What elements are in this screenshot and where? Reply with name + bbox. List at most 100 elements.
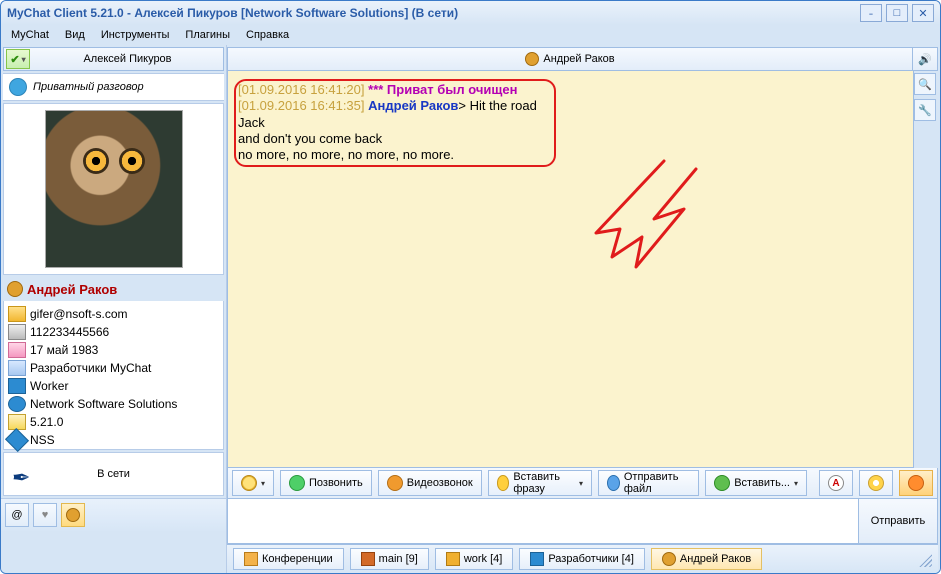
message-input[interactable] [228,499,858,543]
info-role: Worker [8,377,219,395]
chat-timestamp: [01.09.2016 16:41:35] [238,98,365,113]
tab-conferences[interactable]: Конференции [233,548,344,570]
at-button[interactable]: @ [5,503,29,527]
chat-header-tab[interactable]: Андрей Раков [228,48,912,70]
info-group: Разработчики MyChat [8,359,219,377]
magic-icon [868,475,884,491]
chat-body-wrap: [01.09.2016 16:41:20] *** Приват был очи… [227,71,938,468]
tabs-bar: Конференции main [9] work [4] Разработчи… [227,544,938,573]
self-header: ✔▾ Алексей Пикуров [3,47,224,71]
tab-contact[interactable]: Андрей Раков [651,548,762,570]
video-button[interactable]: Видеозвонок [378,470,482,496]
user-icon [662,552,676,566]
info-extra: NSS [8,431,219,449]
right-panel: Андрей Раков 🔊 [01.09.2016 16:41:20] ***… [227,47,938,573]
self-status-button[interactable]: ✔▾ [6,49,30,69]
phrase-button[interactable]: Вставить фразу ▾ [488,470,592,496]
app-window: MyChat Client 5.21.0 - Алексей Пикуров [… [0,0,941,574]
mail-icon [8,306,26,322]
work-icon [446,552,460,566]
avatar-area [3,103,224,275]
contact-card-button[interactable] [61,503,85,527]
tab-main[interactable]: main [9] [350,548,429,570]
chat-line-system: [01.09.2016 16:41:20] *** Приват был очи… [238,82,548,98]
menu-plugins[interactable]: Плагины [179,27,236,43]
chat-sender: Андрей Раков [368,98,458,113]
contact-name: Андрей Раков [27,282,117,297]
orange-button[interactable] [899,470,933,496]
contact-status-icon [525,52,539,66]
maximize-button[interactable]: □ [886,4,908,22]
paste-icon [714,475,730,491]
close-button[interactable]: ✕ [912,4,934,22]
call-button[interactable]: Позвонить [280,470,372,496]
chat-text-2: and don't you come back [238,131,382,146]
menu-tools[interactable]: Инструменты [95,27,176,43]
main-icon [361,552,375,566]
role-icon [8,378,26,394]
phone-icon [8,324,26,340]
sound-button[interactable]: 🔊 [912,48,937,70]
mode-label: Приватный разговор [33,81,144,93]
menu-mychat[interactable]: MyChat [5,27,55,43]
annotation-arrow-icon [576,149,716,309]
mode-row: Приватный разговор [3,73,224,101]
send-file-button[interactable]: Отправить файл [598,470,699,496]
font-color-button[interactable]: A [819,470,853,496]
chat-header: Андрей Раков 🔊 [227,47,938,71]
phrase-icon [497,475,510,491]
input-row: Отправить [227,499,938,544]
smile-icon [241,475,257,491]
person-icon [66,508,80,522]
orange-icon [908,475,924,491]
chat-header-name: Андрей Раков [543,53,614,65]
contact-info-list: gifer@nsoft-s.com 112233445566 17 май 19… [3,301,224,450]
video-icon [387,475,403,491]
contact-avatar[interactable] [45,110,183,268]
tab-work[interactable]: work [4] [435,548,514,570]
paste-button[interactable]: Вставить... ▾ [705,470,807,496]
info-phone: 112233445566 [8,323,219,341]
chat-line-message: [01.09.2016 16:41:35] Андрей Раков> Hit … [238,98,548,163]
group-icon [8,360,26,376]
resize-grip[interactable] [916,551,932,567]
menubar: MyChat Вид Инструменты Плагины Справка [1,25,940,45]
user-icon [9,78,27,96]
version-icon [8,414,26,430]
chat-timestamp: [01.09.2016 16:41:20] [238,82,365,97]
left-panel: ✔▾ Алексей Пикуров Приватный разговор Ан… [1,45,227,573]
titlebar: MyChat Client 5.21.0 - Алексей Пикуров [… [1,1,940,25]
chat-body[interactable]: [01.09.2016 16:41:20] *** Приват был очи… [227,71,914,468]
window-title: MyChat Client 5.21.0 - Алексей Пикуров [… [7,6,856,20]
tab-developers[interactable]: Разработчики [4] [519,548,645,570]
left-bottom-toolbar: @ ♥ [1,498,226,531]
menu-view[interactable]: Вид [59,27,91,43]
minimize-button[interactable]: ˗ [860,4,882,22]
contact-name-row: Андрей Раков [1,277,226,301]
cake-icon [8,342,26,358]
heart-button[interactable]: ♥ [33,503,57,527]
side-search-button[interactable]: 🔍 [914,73,936,95]
chat-system-text: *** Приват был очищен [368,82,517,97]
presence-label: В сети [97,468,130,480]
home-icon [244,552,258,566]
self-name: Алексей Пикуров [32,53,223,65]
chat-sep: > [458,98,469,113]
emoji-button[interactable]: ▾ [232,470,274,496]
magic-button[interactable] [859,470,893,496]
diamond-icon [5,428,29,452]
presence-row: ✒ В сети [3,452,224,496]
send-button[interactable]: Отправить [858,499,937,543]
org-icon [8,396,26,412]
file-icon [607,475,620,491]
side-settings-button[interactable]: 🔧 [914,99,936,121]
dev-icon [530,552,544,566]
chat-text-3: no more, no more, no more, no more. [238,147,454,162]
info-birthday: 17 май 1983 [8,341,219,359]
call-icon [289,475,305,491]
annotation-box: [01.09.2016 16:41:20] *** Приват был очи… [234,79,556,167]
contact-status-icon [7,281,23,297]
menu-help[interactable]: Справка [240,27,295,43]
quill-icon: ✒ [12,465,30,491]
font-a-icon: A [828,475,844,491]
